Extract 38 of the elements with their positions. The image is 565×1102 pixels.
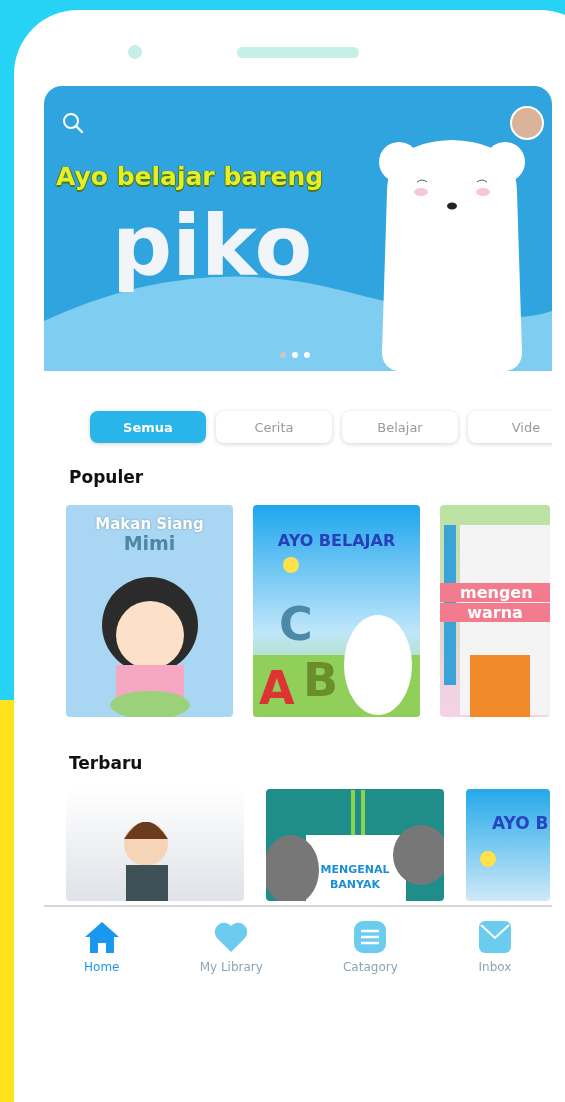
category-tab[interactable]: Semua — [90, 411, 206, 443]
cover-title: BANYAK — [328, 878, 382, 891]
nav-item[interactable]: My Library — [199, 921, 263, 974]
book-cover[interactable]: MENGENAL BANYAK — [266, 789, 444, 901]
section-title: Terbaru — [68, 753, 144, 773]
category-tab[interactable]: Cerita — [216, 411, 332, 443]
camera-dot — [128, 45, 142, 59]
book-cover[interactable]: Makan Siang Mimi — [66, 505, 233, 717]
section-title: Populer — [68, 467, 145, 487]
avatar[interactable] — [510, 106, 544, 140]
home-icon — [84, 921, 119, 953]
book-cover[interactable]: AYO BELAJAR C A B — [253, 505, 420, 717]
category-tab[interactable]: Belajar — [342, 411, 458, 443]
nav-item[interactable]: Catagory — [343, 921, 398, 974]
banner-headline: Ayo belajar bareng — [56, 162, 324, 191]
nav-item[interactable]: Inbox — [477, 921, 512, 974]
page-dot[interactable] — [304, 352, 310, 358]
book-cover[interactable]: mengen warna — [440, 505, 550, 717]
cover-letter: A — [259, 665, 295, 711]
cover-title: AYO BELAJAR — [276, 531, 397, 550]
cover-title: AYO B — [492, 813, 550, 833]
cover-title: MENGENAL — [319, 863, 391, 876]
sun-drawing — [480, 851, 496, 867]
heart-icon — [214, 921, 249, 953]
cover-title: warna — [440, 603, 550, 622]
cover-letter: C — [279, 601, 313, 647]
cover-title: Makan Siang — [94, 515, 205, 533]
menu-icon — [353, 921, 388, 953]
mail-icon — [477, 921, 512, 953]
book-cover[interactable]: AYO B — [466, 789, 550, 901]
cover-title: Mimi — [122, 532, 177, 554]
cover-letter: B — [303, 657, 339, 703]
search-icon[interactable] — [62, 112, 84, 134]
category-tab[interactable]: Vide — [468, 411, 552, 443]
page-dot[interactable] — [292, 352, 298, 358]
page-dot[interactable] — [280, 352, 286, 358]
cover-title: mengen — [440, 583, 550, 602]
nav-item[interactable]: Home — [84, 921, 120, 974]
